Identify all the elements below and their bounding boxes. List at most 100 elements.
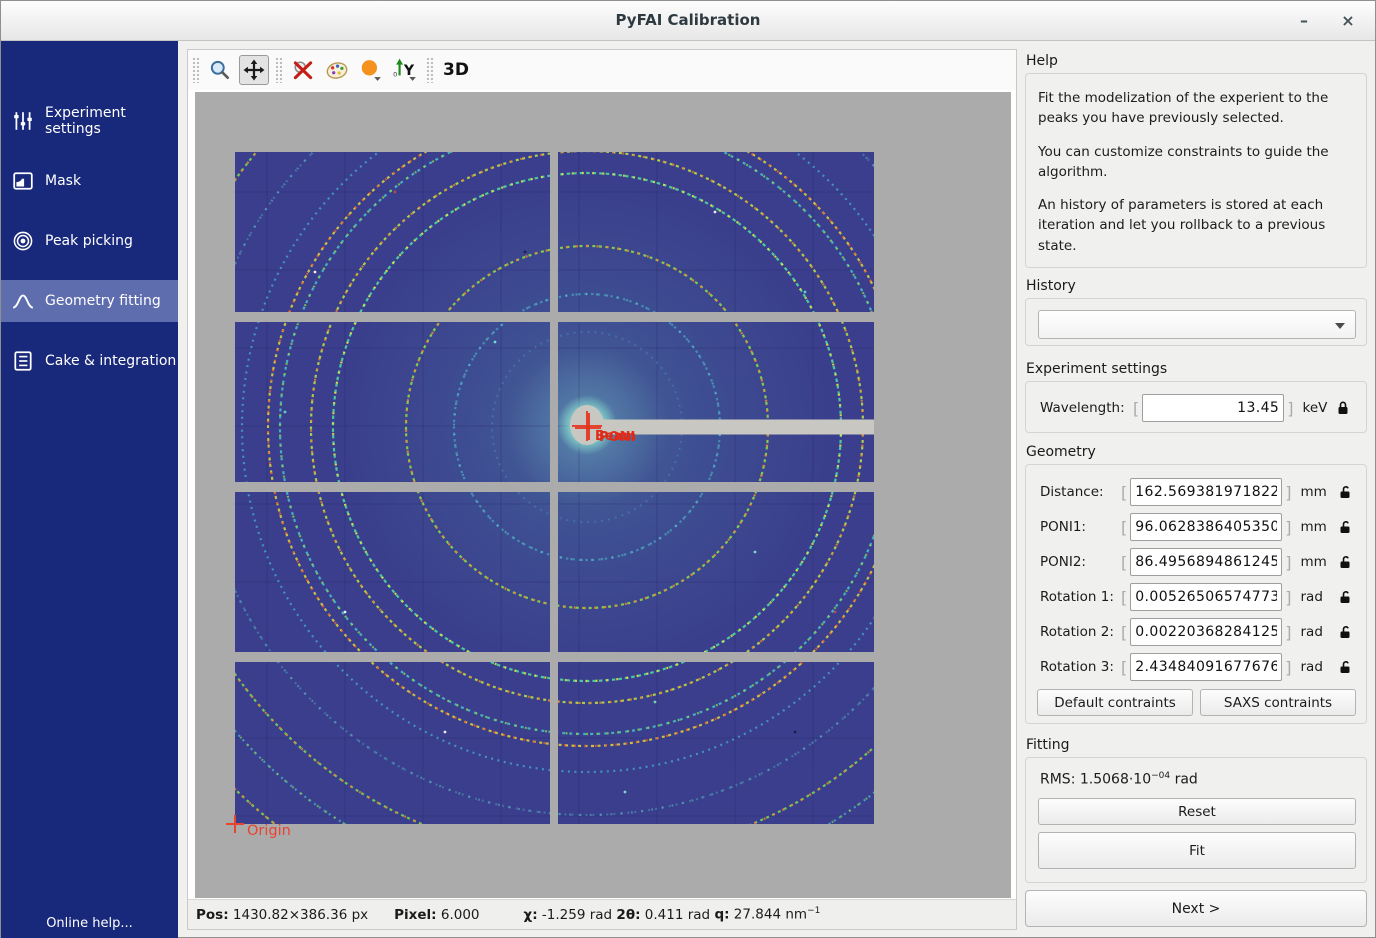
geometry-row: Distance:[] mm xyxy=(1040,477,1353,507)
sidebar-item-cake-integration[interactable]: Cake & integration xyxy=(1,340,178,382)
toolbar-drag-handle[interactable] xyxy=(192,57,199,83)
gaussian-curve-icon xyxy=(12,290,34,312)
toolbar-drag-handle[interactable] xyxy=(275,57,282,83)
palette-icon xyxy=(325,58,349,82)
default-constraints-button[interactable]: Default contraints xyxy=(1037,689,1193,716)
constraint-bracket-left[interactable]: [ xyxy=(1118,553,1130,572)
pan-tool-button[interactable] xyxy=(239,55,269,85)
geometry-row: PONI1:[]mm xyxy=(1040,512,1353,542)
constraint-bracket-right[interactable]: ] xyxy=(1284,399,1296,418)
titlebar: PyFAI Calibration – × xyxy=(1,1,1375,41)
help-paragraph: You can customize constraints to guide t… xyxy=(1038,142,1354,183)
toolbar-drag-handle[interactable] xyxy=(426,57,433,83)
constraint-bracket-left[interactable]: [ xyxy=(1118,623,1130,642)
experiment-section-label: Experiment settings xyxy=(1026,361,1167,377)
constraint-bracket-left[interactable]: [ xyxy=(1130,399,1142,418)
poni-marker-label: PONI xyxy=(599,430,635,445)
geometry-value-input[interactable] xyxy=(1130,478,1282,506)
geometry-value-input[interactable] xyxy=(1130,548,1282,576)
marker-color-button[interactable] xyxy=(356,55,386,85)
experiment-groupbox: Wavelength: [ ] keV xyxy=(1025,381,1367,433)
lock-open-icon[interactable] xyxy=(1337,519,1353,535)
pixel-readout: Pixel: 6.000 xyxy=(394,907,479,923)
zoom-tool-button[interactable] xyxy=(205,55,235,85)
constraint-bracket-right[interactable]: ] xyxy=(1282,483,1294,502)
sliders-icon xyxy=(12,110,34,132)
geometry-value-input[interactable] xyxy=(1130,583,1282,611)
constraint-bracket-left[interactable]: [ xyxy=(1118,518,1130,537)
constraint-bracket-right[interactable]: ] xyxy=(1282,623,1294,642)
lock-open-icon[interactable] xyxy=(1337,589,1353,605)
fitting-groupbox: RMS: 1.5068·10−04 rad Reset Fit xyxy=(1025,757,1367,883)
help-groupbox: Fit the modelization of the experient to… xyxy=(1025,73,1367,268)
y-axis-orientation-button[interactable]: 0 Y xyxy=(390,55,420,85)
lock-open-icon[interactable] xyxy=(1337,484,1353,500)
peak-picking-icon xyxy=(12,230,34,252)
lock-open-icon[interactable] xyxy=(1337,659,1353,675)
lock-closed-icon[interactable] xyxy=(1335,400,1351,416)
y-axis-icon: 0 Y xyxy=(392,58,418,82)
geometry-value-input[interactable] xyxy=(1130,513,1282,541)
constraint-bracket-left[interactable]: [ xyxy=(1118,588,1130,607)
diffraction-canvas[interactable]: Beam PONI Origin xyxy=(195,92,1011,898)
geometry-row: PONI2:[]mm xyxy=(1040,547,1353,577)
saxs-constraints-button[interactable]: SAXS contraints xyxy=(1200,689,1356,716)
ttheta-readout: 2θ: 0.411 rad xyxy=(612,907,710,923)
lock-open-icon[interactable] xyxy=(1337,624,1353,640)
geometry-row: Rotation 1:[] rad xyxy=(1040,582,1353,612)
help-paragraph: Fit the modelization of the experient to… xyxy=(1038,88,1354,129)
app-window: PyFAI Calibration – × Experiment setting… xyxy=(0,0,1376,938)
pos-readout: Pos: 1430.82×386.36 px xyxy=(196,907,368,923)
sidebar-item-peak-picking[interactable]: Peak picking xyxy=(1,220,178,262)
sidebar: Experiment settings Mask Peak picking Ge… xyxy=(1,41,178,938)
q-readout: q: 27.844 nm−1 xyxy=(710,906,820,923)
geometry-row: Rotation 3:[] rad xyxy=(1040,652,1353,682)
wavelength-input[interactable] xyxy=(1142,394,1284,422)
colormap-button[interactable] xyxy=(322,55,352,85)
geometry-row-unit: rad xyxy=(1301,589,1329,605)
plot-toolbar: 0 Y 3D xyxy=(188,50,1016,90)
minimize-button[interactable]: – xyxy=(1291,9,1317,33)
detector-modules xyxy=(235,152,874,824)
constraint-bracket-right[interactable]: ] xyxy=(1282,588,1294,607)
geometry-row-unit: mm xyxy=(1301,554,1329,570)
sidebar-item-mask[interactable]: Mask xyxy=(1,160,178,202)
geometry-section-label: Geometry xyxy=(1026,444,1096,460)
online-help-link[interactable]: Online help... xyxy=(1,916,178,931)
svg-text:0: 0 xyxy=(393,71,397,79)
fitting-section-label: Fitting xyxy=(1026,737,1070,753)
wavelength-label: Wavelength: xyxy=(1040,400,1130,416)
magnifier-icon xyxy=(209,59,231,81)
window-title: PyFAI Calibration xyxy=(1,11,1375,29)
sidebar-item-geometry-fitting[interactable]: Geometry fitting xyxy=(1,280,178,322)
geometry-row-label: Rotation 2: xyxy=(1040,624,1118,640)
lock-open-icon[interactable] xyxy=(1337,554,1353,570)
fit-button[interactable]: Fit xyxy=(1038,832,1356,869)
rms-readout: RMS: 1.5068·10−04 rad xyxy=(1040,771,1198,788)
constraint-bracket-left[interactable]: [ xyxy=(1118,658,1130,677)
origin-marker-label: Origin xyxy=(247,823,291,839)
geometry-value-input[interactable] xyxy=(1130,618,1282,646)
clear-zoom-button[interactable] xyxy=(288,55,318,85)
history-dropdown[interactable] xyxy=(1038,310,1356,339)
constraint-bracket-right[interactable]: ] xyxy=(1282,658,1294,677)
constraint-bracket-right[interactable]: ] xyxy=(1282,518,1294,537)
constraint-bracket-left[interactable]: [ xyxy=(1118,483,1130,502)
3d-view-button[interactable]: 3D xyxy=(437,60,475,80)
sidebar-item-label: Cake & integration xyxy=(45,353,176,369)
next-button[interactable]: Next > xyxy=(1025,890,1367,927)
wavelength-unit: keV xyxy=(1303,400,1328,416)
sidebar-item-experiment-settings[interactable]: Experiment settings xyxy=(1,100,178,142)
history-section-label: History xyxy=(1026,278,1076,294)
geometry-row-label: Distance: xyxy=(1040,484,1118,500)
sidebar-item-label: Peak picking xyxy=(45,233,133,249)
reset-button[interactable]: Reset xyxy=(1038,798,1356,825)
geometry-row-label: Rotation 3: xyxy=(1040,659,1118,675)
close-button[interactable]: × xyxy=(1335,9,1361,33)
geometry-row-label: Rotation 1: xyxy=(1040,589,1118,605)
constraint-bracket-right[interactable]: ] xyxy=(1282,553,1294,572)
geometry-value-input[interactable] xyxy=(1130,653,1282,681)
orange-circle-icon xyxy=(359,58,383,82)
geometry-row-unit: mm xyxy=(1301,484,1329,500)
geometry-row-unit: rad xyxy=(1301,659,1329,675)
